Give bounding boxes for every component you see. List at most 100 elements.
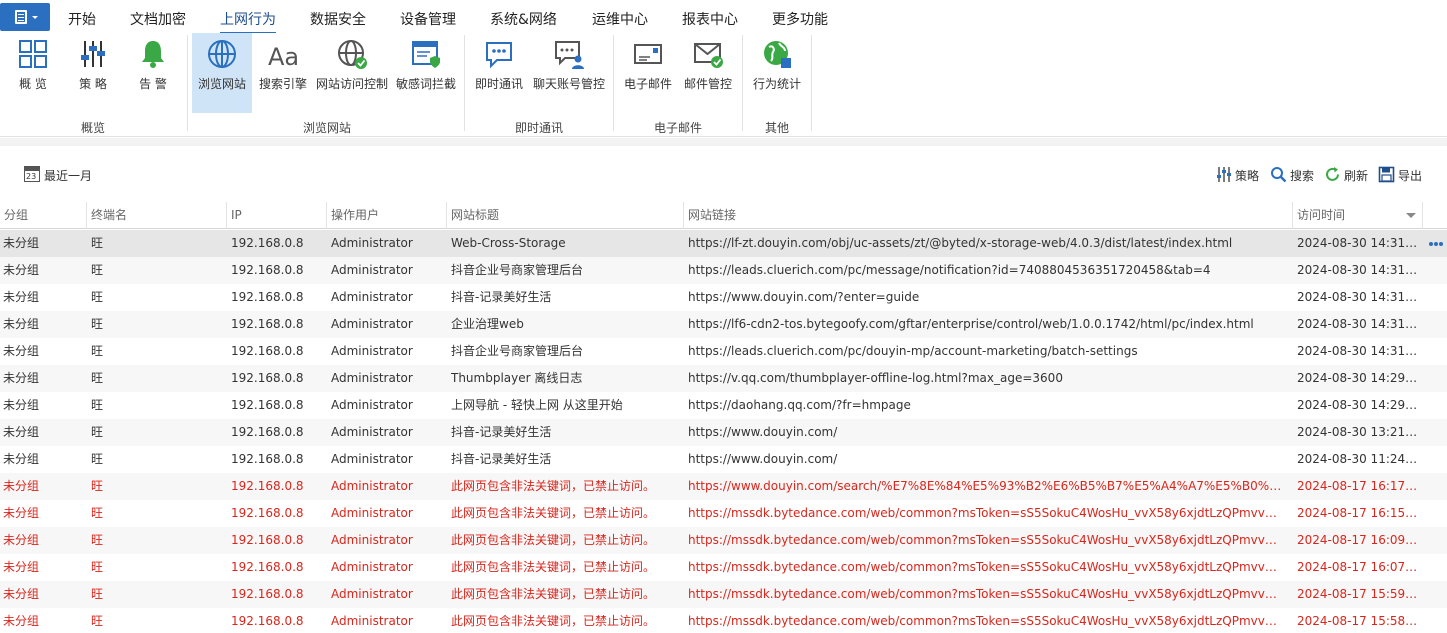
refresh-action-label: 刷新 <box>1344 169 1369 183</box>
alarm-button[interactable]: 告 警 <box>126 33 180 113</box>
search-engine-button[interactable]: Aa 搜索引擎 <box>256 33 310 113</box>
cell-title: 抖音企业号商家管理后台 <box>451 263 584 277</box>
column-header-time-label: 访问时间 <box>1297 208 1346 222</box>
cell-url: https://daohang.qq.com/?fr=hmpage <box>688 398 911 412</box>
overview-button-label: 概 览 <box>19 77 47 91</box>
group-label-email: 电子邮件 <box>653 121 702 135</box>
cell-url: https://lf6-cdn2-tos.bytegoofy.com/gftar… <box>688 317 1254 331</box>
chat-account-control-button[interactable]: 聊天账号管控 <box>530 33 608 113</box>
cell-title: 此网页包含非法关键词，已禁止访问。 <box>451 614 656 628</box>
browse-web-button[interactable]: 浏览网站 <box>192 33 252 113</box>
cell-user: Administrator <box>331 587 413 601</box>
cell-title: Web-Cross-Storage <box>451 236 566 250</box>
menu-tab-system-network[interactable]: 系统&网络 <box>490 9 557 29</box>
column-header-user[interactable]: 操作用户 <box>327 202 447 229</box>
caret-down-icon <box>32 16 38 19</box>
ribbon-separator <box>811 35 812 131</box>
bell-icon <box>142 41 164 68</box>
menu-tab-start[interactable]: 开始 <box>68 9 96 29</box>
refresh-icon <box>1326 167 1339 181</box>
menu-tab-more-features[interactable]: 更多功能 <box>772 9 828 29</box>
cell-user: Administrator <box>331 236 413 250</box>
export-action-label: 导出 <box>1398 169 1423 183</box>
cell-group: 未分组 <box>3 398 40 412</box>
cell-group: 未分组 <box>3 371 40 385</box>
cell-title: 上网导航 - 轻快上网 从这里开始 <box>451 398 623 412</box>
table-row[interactable]: 未分组 旺 192.168.0.8 Administrator 抖音-记录美好生活 htt… <box>0 284 1447 311</box>
column-header-time[interactable]: 访问时间 <box>1293 202 1423 229</box>
sensitive-words-button[interactable]: 敏感词拦截 <box>394 33 458 113</box>
menu-bar: 开始 文档加密 上网行为 数据安全 设备管理 系统&网络 运维中心 报表中心 更… <box>0 0 1447 34</box>
menu-tab-ops-center[interactable]: 运维中心 <box>592 9 648 29</box>
menu-tab-device-management[interactable]: 设备管理 <box>400 9 456 29</box>
cell-url: https://www.douyin.com/ <box>688 452 838 466</box>
menu-tab-report-center[interactable]: 报表中心 <box>682 9 738 29</box>
ribbon-separator <box>464 35 465 131</box>
cell-group: 未分组 <box>3 317 40 331</box>
site-access-control-button[interactable]: 网站访问控制 <box>314 33 390 113</box>
more-options-icon[interactable] <box>1429 242 1443 246</box>
cell-title: 此网页包含非法关键词，已禁止访问。 <box>451 506 656 520</box>
email-control-button[interactable]: 邮件管控 <box>680 33 736 113</box>
cell-terminal: 旺 <box>91 479 104 493</box>
group-label-browse: 浏览网站 <box>302 121 351 135</box>
search-engine-button-label: 搜索引擎 <box>258 77 307 91</box>
sensitive-words-button-label: 敏感词拦截 <box>395 77 456 91</box>
email-button[interactable]: 电子邮件 <box>620 33 676 113</box>
policy-button[interactable]: 策 略 <box>66 33 120 113</box>
cell-group: 未分组 <box>3 452 40 466</box>
menu-tab-doc-encryption[interactable]: 文档加密 <box>130 9 186 29</box>
cell-ip: 192.168.0.8 <box>231 290 304 304</box>
menu-tab-internet-behavior[interactable]: 上网行为 <box>220 9 276 34</box>
table-row[interactable]: 未分组 旺 192.168.0.8 Administrator 此网页包含非法关键词，已… <box>0 473 1447 500</box>
chat-bubble-icon <box>486 42 512 69</box>
table-row[interactable]: 未分组 旺 192.168.0.8 Administrator 此网页包含非法关键词，已… <box>0 500 1447 527</box>
column-header-url[interactable]: 网站链接 <box>684 202 1293 229</box>
behavior-stats-button[interactable]: 行为统计 <box>749 33 805 113</box>
cell-time: 2024-08-17 16:17:30 <box>1297 479 1421 493</box>
app-menu-button[interactable] <box>0 3 50 31</box>
table-row[interactable]: 未分组 旺 192.168.0.8 Administrator 抖音-记录美好生活 htt… <box>0 419 1447 446</box>
cell-url: https://leads.cluerich.com/pc/douyin-mp/… <box>688 344 1138 358</box>
column-header-group[interactable]: 分组 <box>0 202 87 229</box>
table-row[interactable]: 未分组 旺 192.168.0.8 Administrator 此网页包含非法关键词，已… <box>0 608 1447 633</box>
cell-url: https://mssdk.bytedance.com/web/common?m… <box>688 506 1285 520</box>
overview-button[interactable]: 概 览 <box>6 33 60 113</box>
menu-tab-data-security[interactable]: 数据安全 <box>310 9 366 29</box>
cell-terminal: 旺 <box>91 398 104 412</box>
instant-message-button[interactable]: 即时通讯 <box>472 33 526 113</box>
globe-stats-icon <box>764 41 791 68</box>
cell-ip: 192.168.0.8 <box>231 614 304 628</box>
cell-url: https://v.qq.com/thumbplayer-offline-log… <box>688 371 1063 385</box>
cell-terminal: 旺 <box>91 452 104 466</box>
table-row[interactable]: 未分组 旺 192.168.0.8 Administrator Thumbplayer … <box>0 365 1447 392</box>
table-row[interactable]: 未分组 旺 192.168.0.8 Administrator 企业治理web https… <box>0 311 1447 338</box>
table-row[interactable]: 未分组 旺 192.168.0.8 Administrator 此网页包含非法关键词，已… <box>0 581 1447 608</box>
column-header-ip[interactable]: IP <box>227 202 327 229</box>
cell-title: 此网页包含非法关键词，已禁止访问。 <box>451 533 656 547</box>
cell-url: https://mssdk.bytedance.com/web/common?m… <box>688 614 1285 628</box>
table-row[interactable]: 未分组 旺 192.168.0.8 Administrator 此网页包含非法关键词，已… <box>0 554 1447 581</box>
cell-user: Administrator <box>331 398 413 412</box>
cell-ip: 192.168.0.8 <box>231 398 304 412</box>
table-row[interactable]: 未分组 旺 192.168.0.8 Administrator 抖音企业号商家管理后台 h… <box>0 257 1447 284</box>
table-row[interactable]: 未分组 旺 192.168.0.8 Administrator 此网页包含非法关键词，已… <box>0 527 1447 554</box>
table-row[interactable]: 未分组 旺 192.168.0.8 Administrator 抖音-记录美好生活 htt… <box>0 446 1447 473</box>
table-row[interactable]: 未分组 旺 192.168.0.8 Administrator 抖音企业号商家管理后台 h… <box>0 338 1447 365</box>
column-header-terminal[interactable]: 终端名 <box>87 202 227 229</box>
cell-url: https://www.douyin.com/search/%E7%8E%84%… <box>688 479 1285 493</box>
chat-user-icon <box>555 41 584 69</box>
cell-ip: 192.168.0.8 <box>231 425 304 439</box>
cell-time: 2024-08-30 14:31:14 <box>1297 317 1421 331</box>
group-label-overview: 概览 <box>80 121 105 135</box>
column-header-title[interactable]: 网站标题 <box>447 202 684 229</box>
group-label-im: 即时通讯 <box>514 121 563 135</box>
table-row[interactable]: 未分组 旺 192.168.0.8 Administrator 上网导航 - 轻快上网 … <box>0 392 1447 419</box>
policy-button-label: 策 略 <box>79 77 107 91</box>
cell-user: Administrator <box>331 479 413 493</box>
cell-user: Administrator <box>331 290 413 304</box>
table-row[interactable]: 未分组 旺 192.168.0.8 Administrator Web-Cross-St… <box>0 230 1447 257</box>
cell-title: 此网页包含非法关键词，已禁止访问。 <box>451 560 656 574</box>
svg-text:Aa: Aa <box>268 43 299 70</box>
cell-title: 抖音企业号商家管理后台 <box>451 344 584 358</box>
